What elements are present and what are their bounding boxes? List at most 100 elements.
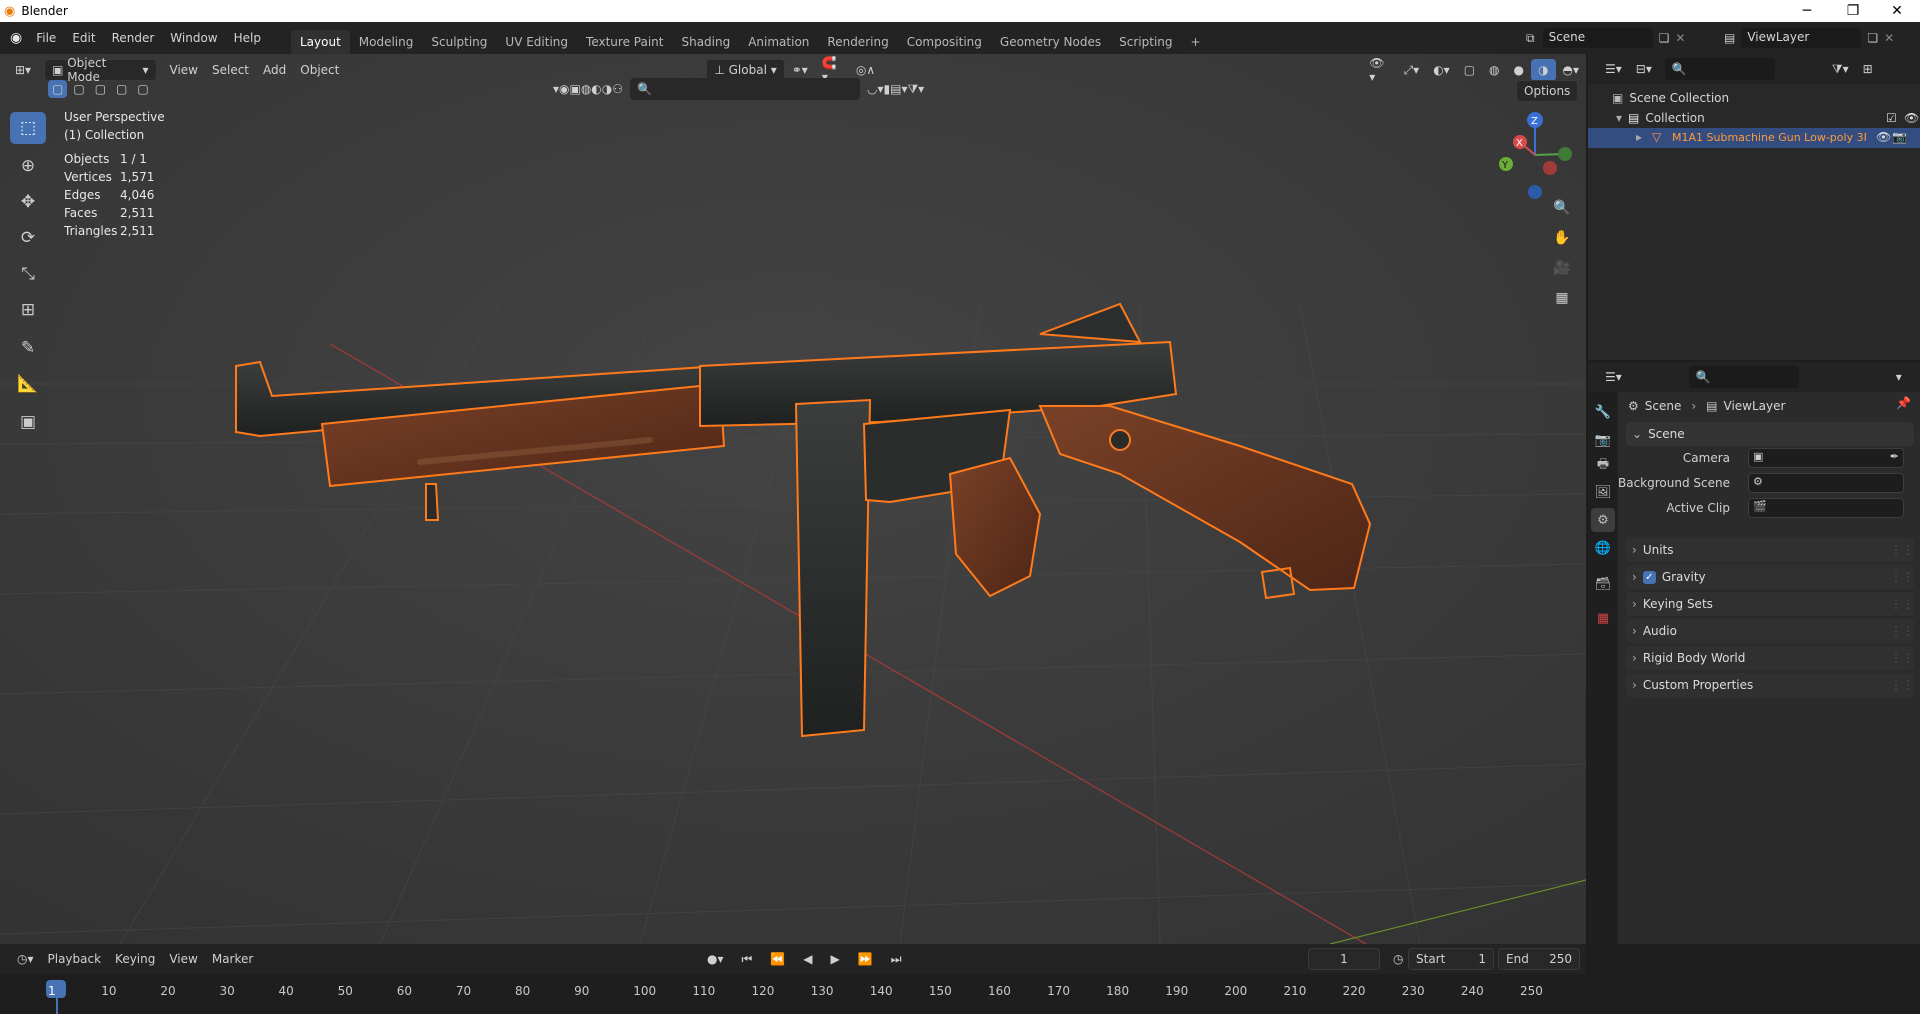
clock-icon[interactable]: ◷ [1386,948,1410,970]
cursor-tool-button[interactable]: ⊕ [10,150,46,182]
tab-texture-paint[interactable]: Texture Paint [577,30,672,54]
tab-layout[interactable]: Layout [290,30,350,54]
annotate-tool-button[interactable]: ✎ [10,332,46,364]
outliner-filter-icon[interactable]: ⧩▾ [1825,58,1856,80]
outliner-search-input[interactable]: 🔍 [1664,58,1775,80]
object-row[interactable]: ▸ ▽ M1A1 Submachine Gun Low-poly 3I 👁 📷 [1588,128,1920,148]
scene-collection-row[interactable]: ▣ Scene Collection [1612,88,1729,108]
panel-units[interactable]: › Units ⋮⋮ [1626,538,1914,562]
mode-selector[interactable]: ▣ Object Mode ▾ [44,56,157,84]
delete-viewlayer-icon[interactable]: ✕ [1884,31,1894,45]
drag-handle-icon[interactable]: ⋮⋮ [1890,651,1914,665]
tab-shading[interactable]: Shading [672,30,739,54]
drag-handle-icon[interactable]: ⋮⋮ [1890,678,1914,692]
selection-mode-buttons[interactable]: ▢ ▢ ▢ ▢ ▢ [48,80,153,98]
drag-handle-icon[interactable]: ⋮⋮ [1890,597,1914,611]
jump-end-icon[interactable]: ⏭ [884,948,909,970]
menu-edit[interactable]: Edit [64,22,103,54]
drag-handle-icon[interactable]: ⋮⋮ [1890,543,1914,557]
viewport-menu-object[interactable]: Object [293,59,346,81]
viewlayer-selector[interactable]: ▤ ViewLayer ❏ ✕ [1724,26,1894,50]
select-box-tool-button[interactable]: ⬚ [10,112,46,144]
camera-view-icon[interactable]: 🎥 [1548,254,1576,282]
tab-compositing[interactable]: Compositing [898,30,991,54]
add-cube-tool-button[interactable]: ▣ [10,406,46,438]
timeline-menu-playback[interactable]: Playback [41,948,109,970]
current-frame-field[interactable]: 1 [1308,948,1380,970]
world-tab-icon[interactable]: 🌐 [1591,536,1615,560]
scale-tool-button[interactable]: ⤡ [10,258,46,290]
shading-rendered-icon[interactable]: ◓▾ [1556,59,1587,81]
panel-expand-icon[interactable]: › [1632,597,1637,611]
eyedropper-icon[interactable]: ✒ [1890,450,1899,463]
delete-scene-icon[interactable]: ✕ [1675,31,1685,45]
select-intersect-icon[interactable]: ▢ [133,80,152,98]
menu-help[interactable]: Help [226,22,269,54]
tab-rendering[interactable]: Rendering [818,30,897,54]
collapse-arrow-icon[interactable]: ▾ [1616,111,1622,125]
rotate-tool-button[interactable]: ⟳ [10,222,46,254]
scene-name[interactable]: Scene [1542,28,1653,48]
tab-animation[interactable]: Animation [739,30,818,54]
display-mode-icon[interactable]: ⊟▾ [1629,58,1659,80]
jump-start-icon[interactable]: ⏮ [735,948,760,970]
menu-window[interactable]: Window [162,22,225,54]
outliner-editor-type-icon[interactable]: ☰▾ [1598,58,1629,80]
maximize-icon[interactable]: ❐ [1830,0,1876,22]
blender-menu-icon[interactable]: ◉ [10,30,22,46]
navigation-gizmo[interactable]: Z X Y [1490,110,1580,200]
minimize-icon[interactable]: ─ [1784,0,1830,22]
expand-arrow-icon[interactable]: ▸ [1636,130,1642,144]
gizmo-toggle-icon[interactable]: ⤢▾ [1397,59,1427,81]
timeline-editor-type-icon[interactable]: ◷▾ [10,948,41,970]
properties-options-icon[interactable]: ▾ [1889,366,1909,388]
scene-tab-icon[interactable]: ⚙ [1591,508,1615,532]
tool-tab-icon[interactable]: 🔧 [1591,400,1615,424]
gravity-checkbox[interactable]: ✓ [1642,570,1656,584]
prev-keyframe-icon[interactable]: ⏪ [763,948,792,970]
drag-handle-icon[interactable]: ⋮⋮ [1890,624,1914,638]
new-viewlayer-icon[interactable]: ❏ [1867,31,1878,45]
end-frame-field[interactable]: End 250 [1498,948,1580,970]
tab-sculpting[interactable]: Sculpting [422,30,496,54]
start-frame-field[interactable]: Start 1 [1408,948,1494,970]
tab-modeling[interactable]: Modeling [350,30,423,54]
next-keyframe-icon[interactable]: ⏩ [851,948,880,970]
panel-custom-properties[interactable]: › Custom Properties ⋮⋮ [1626,673,1914,697]
panel-expand-icon[interactable]: › [1632,570,1637,584]
collection-checkbox-icon[interactable]: ☑ [1886,111,1897,125]
timeline-menu-view[interactable]: View [162,948,204,970]
render-tab-icon[interactable]: 📷 [1591,428,1615,452]
menu-render[interactable]: Render [104,22,163,54]
view-layer-tab-icon[interactable]: 🖼 [1591,480,1615,504]
timeline-menu-keying[interactable]: Keying [108,948,162,970]
shading-material-icon[interactable]: ◑ [1531,59,1556,81]
select-invert-icon[interactable]: ▢ [112,80,131,98]
collection-eye-icon[interactable]: 👁 [1904,111,1919,125]
ortho-grid-icon[interactable]: ▦ [1548,284,1576,312]
new-scene-icon[interactable]: ❏ [1659,31,1670,45]
measure-tool-button[interactable]: 📐 [10,368,46,400]
timeline-ruler[interactable]: 1 10 20 30 40 50 60 70 80 90 100 110 120 130 140 150 160… [0,974,1586,1014]
pin-icon[interactable]: 📌 [1896,396,1911,410]
texture-tab-icon[interactable]: ▦ [1591,606,1615,630]
move-tool-button[interactable]: ✥ [10,186,46,218]
xray-icon[interactable]: ▢ [1457,59,1482,81]
panel-collapse-icon[interactable]: ⌄ [1632,427,1642,441]
viewport-menu-add[interactable]: Add [256,59,293,81]
options-button[interactable]: Options [1516,80,1579,102]
pan-hand-icon[interactable]: ✋ [1548,224,1576,252]
object-eye-icon[interactable]: 👁 [1876,130,1891,144]
scene-selector[interactable]: ⧉ Scene ❏ ✕ [1526,26,1685,50]
panel-audio[interactable]: › Audio ⋮⋮ [1626,619,1914,643]
panel-rigid-body-world[interactable]: › Rigid Body World ⋮⋮ [1626,646,1914,670]
viewlayer-name[interactable]: ViewLayer [1741,28,1862,48]
properties-search-input[interactable]: 🔍 [1688,366,1799,388]
visibility-icon[interactable]: 👁▾ [1362,56,1396,84]
viewport-menu-select[interactable]: Select [205,59,256,81]
object-type-filter-icon[interactable]: ▾◉▣◍◐◑⚇ [546,78,630,100]
tab-geometry-nodes[interactable]: Geometry Nodes [991,30,1110,54]
record-icon[interactable]: ●▾ [700,948,731,970]
output-tab-icon[interactable]: 🖶 [1591,454,1615,478]
menu-file[interactable]: File [28,22,64,54]
